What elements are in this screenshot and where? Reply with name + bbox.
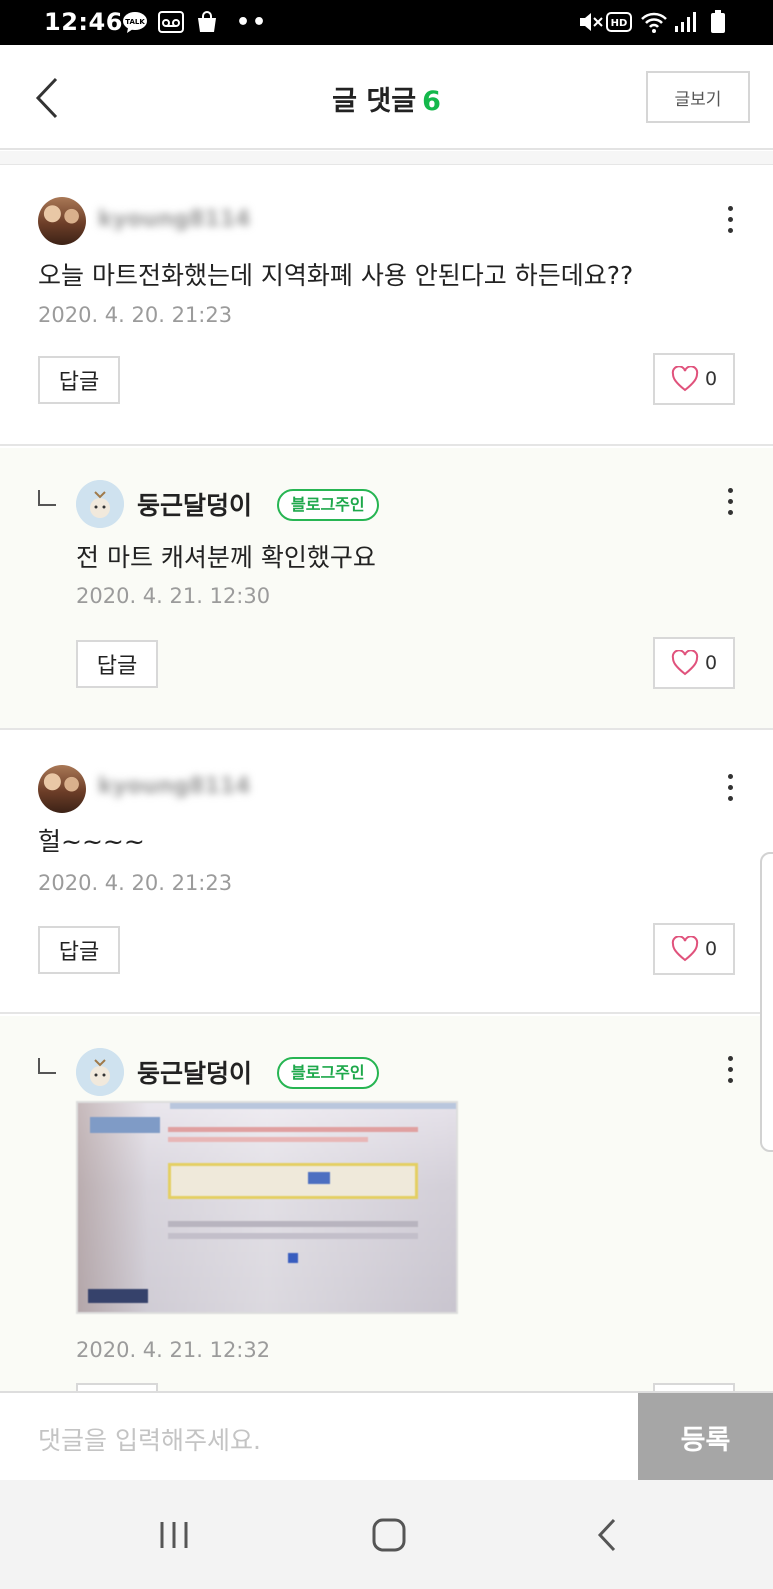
reply-item: 둥근달덩이 블로그주인 전 마트 캐셔분께 확인했구요 2020. 4. 21.… xyxy=(0,448,773,730)
more-options-icon[interactable] xyxy=(725,774,735,804)
hd-icon: HD xyxy=(606,10,632,34)
comment-date: 2020. 4. 21. 12:30 xyxy=(76,584,271,608)
avatar[interactable] xyxy=(76,1048,124,1096)
reply-button[interactable]: 답글 xyxy=(38,356,120,404)
heart-icon xyxy=(671,936,699,962)
divider xyxy=(0,151,773,165)
page-title-text: 글 댓글 xyxy=(332,86,417,117)
like-button[interactable]: 0 xyxy=(653,353,735,405)
avatar[interactable] xyxy=(38,765,86,813)
svg-text:TALK: TALK xyxy=(125,18,145,26)
reply-button[interactable]: 답글 xyxy=(38,926,120,974)
mute-icon xyxy=(578,10,604,34)
reply-indent-icon xyxy=(38,1058,56,1074)
author-name[interactable]: kyoung8114 xyxy=(98,207,250,233)
like-count: 0 xyxy=(704,938,718,960)
comment-input-bar: 댓글을 입력해주세요. 등록 xyxy=(0,1391,773,1482)
reply-indent-icon xyxy=(38,490,56,506)
comment-date: 2020. 4. 20. 21:23 xyxy=(38,871,233,895)
shopping-bag-icon xyxy=(195,10,219,34)
like-button[interactable]: 0 xyxy=(653,923,735,975)
voicemail-icon xyxy=(158,10,184,34)
back-icon[interactable] xyxy=(578,1510,638,1560)
wifi-icon xyxy=(640,10,668,34)
author-name[interactable]: 둥근달덩이 xyxy=(137,1054,252,1090)
talk-icon: TALK xyxy=(122,10,148,34)
heart-icon xyxy=(671,650,699,676)
home-icon[interactable] xyxy=(359,1510,419,1560)
battery-icon xyxy=(710,10,726,34)
more-options-icon[interactable] xyxy=(725,206,735,236)
avatar[interactable] xyxy=(76,480,124,528)
author-name[interactable]: kyoung8114 xyxy=(98,774,250,800)
like-count: 0 xyxy=(704,368,718,390)
owner-badge: 블로그주인 xyxy=(277,489,379,521)
submit-button[interactable]: 등록 xyxy=(638,1393,773,1482)
recent-apps-icon[interactable] xyxy=(144,1510,204,1560)
reply-button[interactable]: 답글 xyxy=(76,640,158,688)
signal-icon xyxy=(674,10,696,34)
author-name[interactable]: 둥근달덩이 xyxy=(137,486,252,522)
comment-date: 2020. 4. 20. 21:23 xyxy=(38,303,233,327)
more-options-icon[interactable] xyxy=(725,488,735,518)
svg-text:HD: HD xyxy=(611,18,628,29)
heart-icon xyxy=(671,366,699,392)
header: 글 댓글 6 글보기 xyxy=(0,45,773,150)
more-notifications-icon: •• xyxy=(236,10,269,35)
like-count: 0 xyxy=(704,652,718,674)
comment-text: 오늘 마트전화했는데 지역화폐 사용 안된다고 하든데요?? xyxy=(38,261,634,290)
owner-badge: 블로그주인 xyxy=(277,1057,379,1089)
like-button[interactable]: 0 xyxy=(653,637,735,689)
comment-item: kyoung8114 오늘 마트전화했는데 지역화폐 사용 안된다고 하든데요?… xyxy=(0,166,773,446)
attached-image[interactable] xyxy=(76,1101,458,1314)
comment-input[interactable]: 댓글을 입력해주세요. xyxy=(38,1421,261,1457)
view-post-button[interactable]: 글보기 xyxy=(646,71,750,123)
status-time: 12:46 xyxy=(44,8,123,36)
status-bar: 12:46 TALK •• HD xyxy=(0,0,773,45)
comment-date: 2020. 4. 21. 12:32 xyxy=(76,1338,271,1362)
comment-count: 6 xyxy=(422,86,441,117)
comment-text: 전 마트 캐셔분께 확인했구요 xyxy=(76,543,376,572)
comment-item: kyoung8114 헐~~~~ 2020. 4. 20. 21:23 답글 0 xyxy=(0,732,773,1014)
scroll-handle[interactable] xyxy=(760,852,773,1152)
navigation-bar xyxy=(0,1480,773,1589)
more-options-icon[interactable] xyxy=(725,1056,735,1086)
avatar[interactable] xyxy=(38,197,86,245)
comment-text: 헐~~~~ xyxy=(38,827,145,856)
